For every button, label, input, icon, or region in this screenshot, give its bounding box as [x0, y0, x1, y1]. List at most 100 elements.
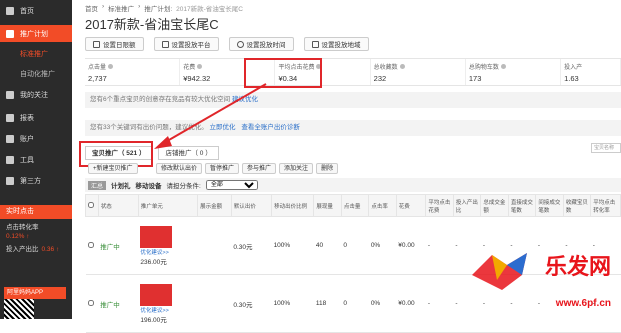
- sidebar-item-home[interactable]: 首页: [0, 2, 72, 19]
- filter-bar: 汇总 计划礼 移动设备 请担分条件: 全部: [85, 178, 621, 192]
- gear-icon: [93, 40, 100, 48]
- new-promotion-button[interactable]: +新建宝贝推广: [88, 163, 138, 174]
- set-daily-limit-button[interactable]: 设置日限额: [85, 37, 144, 51]
- action-bar: 修改默认出价 暂停推广 参与推广 添加关注 删除: [156, 163, 339, 174]
- col-header[interactable]: 总成交金额: [480, 194, 509, 217]
- breadcrumb-plan-name: 2017新款-省油宝长尾C: [176, 6, 243, 13]
- col-header[interactable]: 投入产出比: [452, 194, 482, 217]
- button-label: 设置日限额: [103, 42, 136, 49]
- col-header[interactable]: 展示金额: [197, 194, 232, 217]
- stat-label: 总购物车数: [468, 65, 499, 71]
- monitor-icon: [161, 40, 169, 48]
- set-time-button[interactable]: 设置投放时间: [228, 37, 294, 51]
- ctr-stat: 点击转化率 0.12% ↑: [0, 219, 72, 241]
- info-icon[interactable]: [197, 64, 203, 69]
- unit-cell: 优化建议>> 236.00元: [138, 216, 198, 275]
- price-text: 236.00元: [140, 258, 167, 266]
- stat-roi: 投入产 1.63: [561, 59, 621, 85]
- sidebar-item-label: 第三方: [20, 177, 41, 185]
- clicks-cell: 0: [341, 274, 369, 333]
- search-input[interactable]: 宝贝名称: [591, 143, 621, 153]
- summary-tag[interactable]: 汇总: [88, 180, 107, 190]
- breadcrumb-plan-label: 推广计划:: [144, 6, 173, 13]
- roi-value: 0.36 ↑: [41, 246, 60, 253]
- sidebar-item-follow[interactable]: 我的关注: [0, 86, 72, 103]
- col-header[interactable]: 点击量: [340, 194, 370, 217]
- ctr-label: 点击转化率: [6, 224, 39, 231]
- select-all-checkbox[interactable]: [85, 194, 99, 217]
- amount-cell: [197, 274, 232, 333]
- price-text: 196.00元: [140, 316, 167, 324]
- col-header[interactable]: 平均点击转化率: [590, 194, 621, 217]
- qr-code-icon: [4, 299, 34, 319]
- sidebar-item-third-party[interactable]: 第三方: [0, 172, 72, 189]
- set-platform-button[interactable]: 设置投放平台: [153, 37, 219, 51]
- app-banner[interactable]: 阿里妈妈APP: [4, 287, 66, 299]
- col-header[interactable]: 花费: [395, 194, 427, 217]
- col-header[interactable]: 状态: [97, 194, 139, 217]
- stat-favorites: 总收藏数 232: [371, 59, 466, 85]
- stat-label: 花费: [183, 65, 196, 71]
- info-icon[interactable]: [399, 64, 405, 69]
- col-header[interactable]: 收藏宝贝数: [562, 194, 592, 217]
- set-region-button[interactable]: 设置投放地域: [303, 37, 369, 51]
- sidebar-item-report[interactable]: 报表: [0, 109, 72, 126]
- status-cell: 推广中: [98, 216, 139, 275]
- stat-label: 总收藏数: [373, 65, 398, 71]
- unit-cell: 优化建议>> 196.00元: [138, 274, 198, 333]
- delete-button[interactable]: 删除: [316, 163, 339, 174]
- condition-label: 请担分条件:: [166, 183, 201, 190]
- cost-cell: ¥0.00: [396, 216, 426, 275]
- mobile-filter[interactable]: 移动设备: [136, 180, 162, 190]
- col-header[interactable]: 默认出价: [230, 194, 273, 217]
- col-header[interactable]: 点击率: [368, 194, 397, 217]
- sidebar-item-tool[interactable]: 工具: [0, 151, 72, 168]
- sidebar-sub-auto[interactable]: 自动化推广: [0, 66, 72, 82]
- optimize-suggestion-link[interactable]: 优化建议>>: [140, 250, 168, 256]
- stat-label: 点击量: [88, 65, 107, 71]
- col-header[interactable]: 平均点击花费: [425, 194, 454, 217]
- sidebar-item-label: 我的关注: [20, 91, 48, 99]
- condition-select[interactable]: 全部: [205, 180, 258, 190]
- col-header[interactable]: 直接成交笔数: [507, 194, 537, 217]
- impressions-cell: 40: [313, 216, 342, 275]
- ctr-value: 0.12% ↑: [6, 233, 30, 240]
- ctr-cell: 0%: [368, 274, 397, 333]
- sidebar: 首页 推广计划 标准推广 自动化推广 我的关注 报表 账户 工具 第三方 实时点…: [0, 0, 72, 319]
- account-icon: [6, 134, 14, 143]
- ctr-cell: 0%: [368, 216, 397, 275]
- home-icon: [6, 6, 14, 15]
- modify-bid-button[interactable]: 修改默认出价: [156, 163, 203, 174]
- optimize-suggestion-link[interactable]: 优化建议>>: [140, 308, 168, 314]
- product-thumbnail[interactable]: [140, 225, 173, 248]
- col-header[interactable]: 展现量: [313, 194, 342, 217]
- join-button[interactable]: 参与推广: [242, 163, 277, 174]
- breadcrumb-standard[interactable]: 标准推广: [108, 3, 134, 13]
- pause-button[interactable]: 暂停推广: [205, 163, 240, 174]
- stat-value: 173: [468, 74, 482, 83]
- sidebar-item-plan[interactable]: 推广计划: [0, 25, 72, 42]
- button-label: 设置投放地域: [321, 42, 361, 49]
- product-thumbnail[interactable]: [140, 283, 173, 306]
- col-header[interactable]: 推广单元: [137, 194, 199, 217]
- realtime-title: 实时点击: [0, 205, 72, 219]
- impressions-cell: 118: [313, 274, 342, 333]
- clock-icon: [236, 40, 244, 48]
- stat-cart: 总购物车数 173: [466, 59, 562, 85]
- sidebar-sub-standard[interactable]: 标准推广: [0, 46, 72, 62]
- follow-button[interactable]: 添加关注: [279, 163, 314, 174]
- col-header[interactable]: 间接成交笔数: [535, 194, 564, 217]
- info-icon[interactable]: [108, 64, 114, 69]
- plan-filter[interactable]: 计划礼: [111, 180, 131, 190]
- breadcrumb-home[interactable]: 首页: [85, 3, 98, 13]
- sidebar-item-label: 推广计划: [20, 30, 48, 38]
- sidebar-item-account[interactable]: 账户: [0, 130, 72, 147]
- stat-value: 1.63: [564, 74, 579, 83]
- row-checkbox[interactable]: [85, 216, 99, 275]
- row-checkbox[interactable]: [85, 274, 99, 333]
- sidebar-item-label: 首页: [20, 7, 34, 15]
- bull-logo-icon: [472, 253, 527, 290]
- col-header[interactable]: 移动出价比例: [271, 194, 315, 217]
- plan-icon: [6, 29, 14, 38]
- info-icon[interactable]: [500, 64, 506, 69]
